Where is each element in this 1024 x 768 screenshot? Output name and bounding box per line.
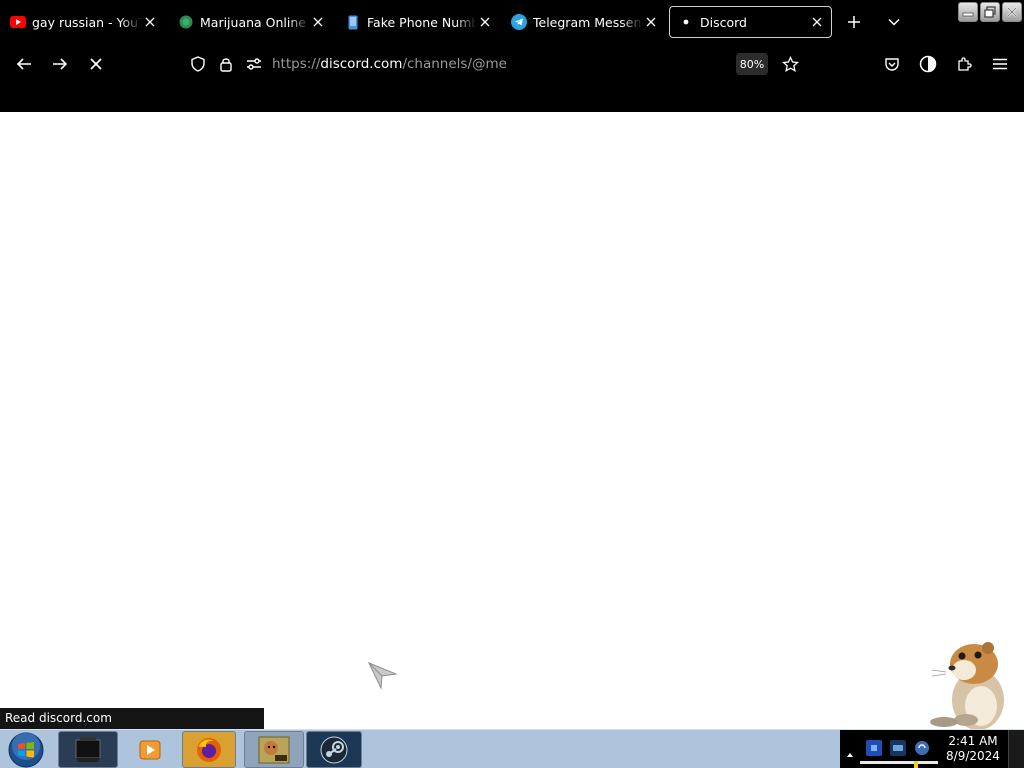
tray-indicator-bar [860, 761, 938, 764]
close-tab-icon[interactable] [310, 14, 326, 30]
tracking-protection-icon[interactable] [186, 52, 210, 76]
taskbar-app-firefox[interactable] [182, 731, 236, 768]
restore-button[interactable] [980, 2, 1000, 22]
zoom-level-button[interactable]: 80% [736, 53, 768, 75]
new-tab-button[interactable] [842, 10, 866, 34]
url-bar[interactable]: https://discord.com/channels/@me [272, 56, 507, 74]
tab-title: gay russian - YouTube [32, 14, 142, 30]
youtube-icon [10, 14, 26, 30]
tab-youtube[interactable]: gay russian - YouTube [2, 6, 164, 38]
start-button[interactable] [5, 731, 47, 768]
star-icon [781, 55, 799, 72]
screen: gay russian - YouTube Marijuana Online D… [0, 0, 1024, 768]
system-clock[interactable]: 2:41 AM 8/9/2024 [940, 734, 1006, 764]
black-window-icon [75, 736, 101, 762]
tray-indicator-mark [914, 761, 918, 768]
tab-dispensary[interactable]: Marijuana Online Dispensary [170, 6, 332, 38]
close-tab-icon[interactable] [809, 14, 825, 30]
tab-strip: gay russian - YouTube Marijuana Online D… [0, 0, 1024, 44]
arrow-right-icon [53, 58, 68, 70]
taskbar: 2:41 AM 8/9/2024 [0, 729, 1024, 768]
list-all-tabs-button[interactable] [882, 10, 906, 34]
tab-title: Telegram Messenger [533, 14, 643, 30]
arrow-left-icon [16, 58, 31, 70]
url-scheme: https:// [272, 56, 321, 72]
hamster-mascot-icon [926, 638, 1022, 730]
pocket-button[interactable] [880, 52, 904, 76]
action-center-icon[interactable] [890, 740, 906, 756]
show-desktop-button[interactable] [1008, 730, 1024, 768]
stop-icon [90, 58, 102, 70]
lock-icon[interactable] [214, 52, 238, 76]
globe-green-icon [178, 14, 194, 30]
menu-button[interactable] [988, 52, 1012, 76]
start-orb-icon [8, 731, 44, 767]
show-hidden-icons-button[interactable] [846, 744, 854, 763]
page-content-blank [0, 113, 1024, 728]
taskbar-app-window[interactable] [58, 731, 118, 768]
game-box-icon [258, 736, 290, 763]
bookmark-star-button[interactable] [778, 52, 802, 76]
back-button[interactable] [12, 52, 36, 76]
close-window-button[interactable] [1002, 2, 1022, 22]
mouse-pointer-icon [367, 660, 398, 690]
telegram-icon [511, 14, 527, 30]
media-player-icon [139, 740, 161, 759]
firefox-icon [197, 737, 221, 762]
site-permissions-icon[interactable] [242, 52, 266, 76]
clock-date: 8/9/2024 [946, 749, 1000, 763]
minimize-button[interactable] [958, 2, 978, 22]
tab-fake-phone[interactable]: Fake Phone Number [337, 6, 499, 38]
restore-icon [984, 6, 996, 18]
close-icon [1007, 7, 1017, 17]
forward-button[interactable] [48, 52, 72, 76]
tray-app-icon[interactable] [866, 740, 882, 756]
close-tab-icon[interactable] [142, 14, 158, 30]
contrast-icon [919, 55, 937, 73]
contrast-button[interactable] [916, 52, 940, 76]
tab-telegram[interactable]: Telegram Messenger [503, 6, 665, 38]
tab-discord[interactable]: Discord [669, 6, 832, 38]
taskbar-app-media-player[interactable] [122, 731, 178, 768]
navigation-toolbar: https://discord.com/channels/@me 80% [0, 44, 1024, 112]
minimize-icon [962, 12, 974, 17]
tab-title: Fake Phone Number [367, 14, 477, 30]
close-tab-icon[interactable] [477, 14, 493, 30]
url-host: discord.com [320, 56, 403, 72]
status-bar: Read discord.com [0, 708, 264, 729]
hamburger-menu-icon [993, 58, 1007, 70]
window-controls [958, 2, 1022, 22]
puzzle-icon [958, 57, 972, 71]
url-path: /channels/@me [402, 56, 507, 72]
taskbar-app-steam[interactable] [306, 731, 362, 768]
extensions-button[interactable] [952, 52, 976, 76]
phone-icon [345, 14, 361, 30]
tab-title: Marijuana Online Dispensary [200, 14, 310, 30]
loading-dot-icon [678, 14, 694, 30]
chevron-down-icon [888, 18, 900, 26]
chevron-up-icon [847, 753, 853, 757]
network-icon[interactable] [914, 740, 930, 756]
clock-time: 2:41 AM [948, 734, 998, 748]
tab-title: Discord [700, 14, 747, 30]
close-tab-icon[interactable] [643, 14, 659, 30]
plus-icon [848, 16, 860, 28]
stop-loading-button[interactable] [84, 52, 108, 76]
taskbar-app-game-box[interactable] [244, 731, 304, 768]
steam-icon [320, 736, 348, 763]
pocket-icon [885, 58, 899, 71]
